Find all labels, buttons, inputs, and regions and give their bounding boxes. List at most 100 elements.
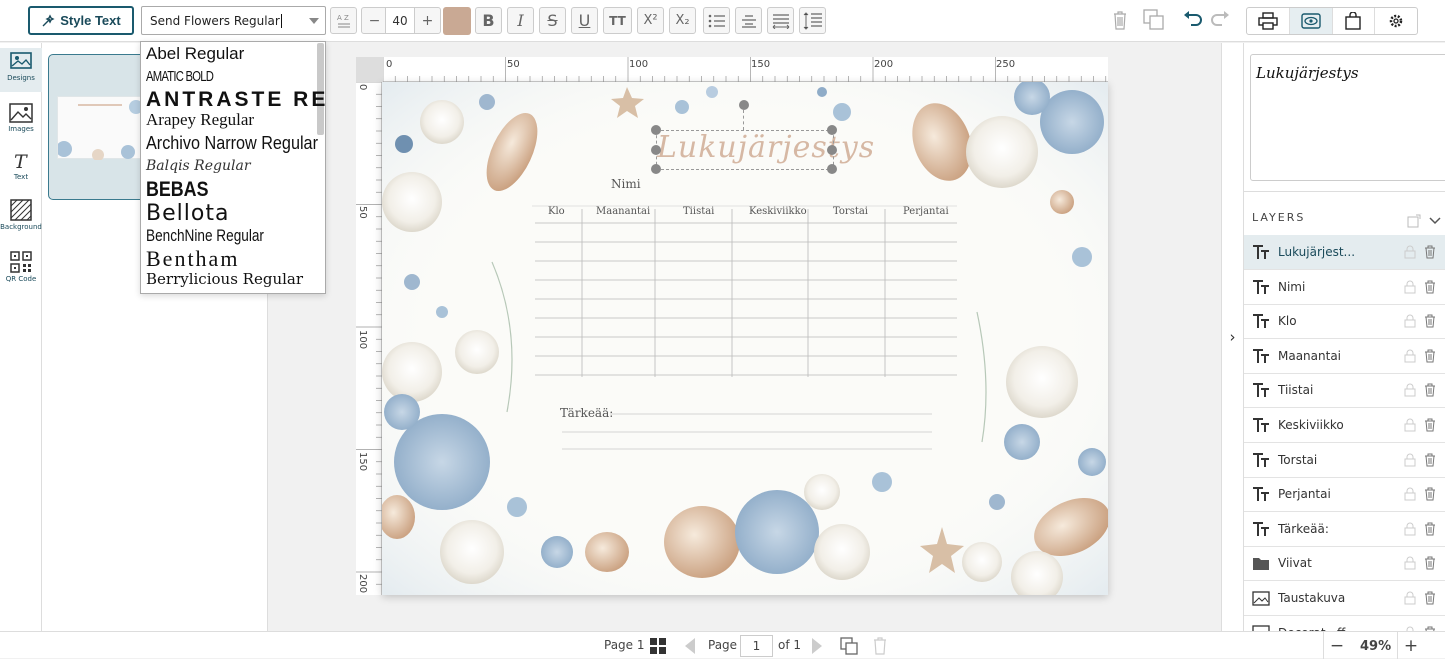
layer-row[interactable]: Torstai bbox=[1244, 443, 1445, 478]
duplicate-page-icon[interactable] bbox=[840, 637, 858, 655]
lock-icon[interactable] bbox=[1404, 280, 1416, 294]
lock-icon[interactable] bbox=[1404, 522, 1416, 536]
font-option[interactable]: Berrylicious Regular bbox=[146, 270, 303, 288]
resize-handle[interactable] bbox=[651, 164, 661, 174]
layer-row[interactable]: Keskiviikko bbox=[1244, 408, 1445, 443]
rotate-handle[interactable] bbox=[739, 100, 749, 110]
rail-item-designs[interactable]: Designs bbox=[0, 48, 42, 92]
layer-row[interactable]: Taustakuva bbox=[1244, 581, 1445, 616]
trash-icon[interactable] bbox=[1112, 10, 1128, 30]
all-caps-button[interactable]: TT bbox=[603, 7, 632, 34]
design-thumbnail[interactable] bbox=[48, 54, 146, 200]
font-option[interactable]: Bellota bbox=[146, 201, 229, 226]
column-header-thursday[interactable]: Torstai bbox=[833, 206, 868, 217]
redo-icon[interactable] bbox=[1210, 11, 1230, 27]
lock-icon[interactable] bbox=[1404, 349, 1416, 363]
lock-icon[interactable] bbox=[1404, 314, 1416, 328]
trash-icon[interactable] bbox=[1424, 383, 1436, 397]
superscript-button[interactable]: X² bbox=[637, 7, 664, 34]
lock-icon[interactable] bbox=[1404, 556, 1416, 570]
trash-icon[interactable] bbox=[1424, 418, 1436, 432]
trash-icon[interactable] bbox=[1424, 522, 1436, 536]
rail-item-background[interactable]: Background bbox=[0, 195, 42, 239]
rail-item-text[interactable]: T Text bbox=[0, 147, 42, 189]
lock-icon[interactable] bbox=[1404, 591, 1416, 605]
zoom-in-button[interactable]: + bbox=[1397, 632, 1424, 659]
preview-button[interactable] bbox=[1289, 8, 1333, 34]
bold-button[interactable]: B bbox=[475, 7, 502, 34]
font-size-input[interactable]: 40 bbox=[385, 7, 415, 34]
style-text-button[interactable]: Style Text bbox=[28, 6, 134, 35]
rail-item-qr-code[interactable]: QR Code bbox=[0, 247, 42, 291]
font-option[interactable]: ANTRASTE REG bbox=[146, 88, 325, 112]
italic-button[interactable]: I bbox=[507, 7, 534, 34]
trash-icon[interactable] bbox=[1424, 245, 1436, 259]
layer-row[interactable]: Tärkeää: bbox=[1244, 512, 1445, 547]
layer-row[interactable]: Maanantai bbox=[1244, 339, 1445, 374]
strikethrough-button[interactable]: S bbox=[539, 7, 566, 34]
underline-button[interactable]: U bbox=[571, 7, 598, 34]
lock-icon[interactable] bbox=[1404, 487, 1416, 501]
resize-handle[interactable] bbox=[827, 164, 837, 174]
column-header-friday[interactable]: Perjantai bbox=[903, 206, 949, 217]
duplicate-icon[interactable] bbox=[1143, 9, 1165, 31]
layer-row[interactable]: Tiistai bbox=[1244, 373, 1445, 409]
column-header-wednesday[interactable]: Keskiviikko bbox=[749, 206, 807, 217]
lock-icon[interactable] bbox=[1404, 453, 1416, 467]
page-grid-icon[interactable] bbox=[650, 638, 666, 654]
line-height-button[interactable] bbox=[799, 7, 826, 34]
delete-page-icon[interactable] bbox=[873, 637, 887, 655]
font-option[interactable]: AMATIC BOLD bbox=[146, 68, 214, 85]
font-option[interactable]: Archivo Narrow Regular bbox=[146, 133, 318, 154]
next-page-icon[interactable] bbox=[811, 638, 823, 654]
layer-row[interactable]: Lukujärjest... bbox=[1244, 235, 1445, 270]
resize-handle[interactable] bbox=[827, 145, 837, 155]
column-header-tuesday[interactable]: Tiistai bbox=[683, 206, 714, 217]
undo-icon[interactable] bbox=[1183, 11, 1203, 27]
resize-handle[interactable] bbox=[827, 125, 837, 135]
layer-row[interactable]: Decorat...ff bbox=[1244, 616, 1445, 631]
page-number-input[interactable]: 1 bbox=[740, 635, 773, 657]
layer-row[interactable]: Perjantai bbox=[1244, 477, 1445, 513]
trash-icon[interactable] bbox=[1424, 349, 1436, 363]
resize-handle[interactable] bbox=[651, 125, 661, 135]
previous-page-icon[interactable] bbox=[684, 638, 696, 654]
print-preview-button[interactable] bbox=[1247, 8, 1290, 34]
auto-size-text-button[interactable]: AZ bbox=[330, 7, 357, 34]
lock-icon[interactable] bbox=[1404, 245, 1416, 259]
decrease-size-button[interactable]: − bbox=[361, 7, 388, 34]
trash-icon[interactable] bbox=[1424, 487, 1436, 501]
font-option[interactable]: Balqis Regular bbox=[146, 158, 251, 174]
font-option[interactable]: BEBAS bbox=[146, 178, 208, 202]
zoom-out-button[interactable]: − bbox=[1323, 632, 1350, 659]
layer-row[interactable]: Viivat bbox=[1244, 546, 1445, 582]
settings-button[interactable] bbox=[1375, 8, 1417, 34]
letter-spacing-button[interactable] bbox=[767, 7, 794, 34]
increase-size-button[interactable]: + bbox=[414, 7, 441, 34]
font-option[interactable]: BenchNine Regular bbox=[146, 226, 264, 246]
font-option[interactable]: Arapey Regular bbox=[146, 110, 254, 130]
column-header-monday[interactable]: Maanantai bbox=[596, 206, 650, 217]
shop-button[interactable] bbox=[1333, 8, 1376, 34]
trash-icon[interactable] bbox=[1424, 314, 1436, 328]
align-center-button[interactable] bbox=[735, 7, 762, 34]
add-layer-icon[interactable] bbox=[1407, 214, 1421, 228]
notes-label[interactable]: Tärkeää: bbox=[560, 406, 613, 420]
trash-icon[interactable] bbox=[1424, 453, 1436, 467]
text-preview[interactable]: Lukujärjestys bbox=[1250, 54, 1445, 181]
font-family-input[interactable]: Send Flowers Regular bbox=[141, 6, 326, 35]
bullet-list-button[interactable] bbox=[703, 7, 730, 34]
text-color-swatch[interactable] bbox=[443, 7, 471, 35]
trash-icon[interactable] bbox=[1424, 280, 1436, 294]
lock-icon[interactable] bbox=[1404, 383, 1416, 397]
font-option[interactable]: Bentham bbox=[146, 246, 239, 272]
trash-icon[interactable] bbox=[1424, 591, 1436, 605]
layer-row[interactable]: Klo bbox=[1244, 304, 1445, 340]
layer-row[interactable]: Nimi bbox=[1244, 270, 1445, 305]
resize-handle[interactable] bbox=[651, 145, 661, 155]
chevron-down-icon[interactable] bbox=[309, 18, 319, 24]
name-label[interactable]: Nimi bbox=[611, 177, 641, 191]
chevron-down-icon[interactable] bbox=[1429, 216, 1441, 226]
lock-icon[interactable] bbox=[1404, 418, 1416, 432]
subscript-button[interactable]: X₂ bbox=[669, 7, 696, 34]
